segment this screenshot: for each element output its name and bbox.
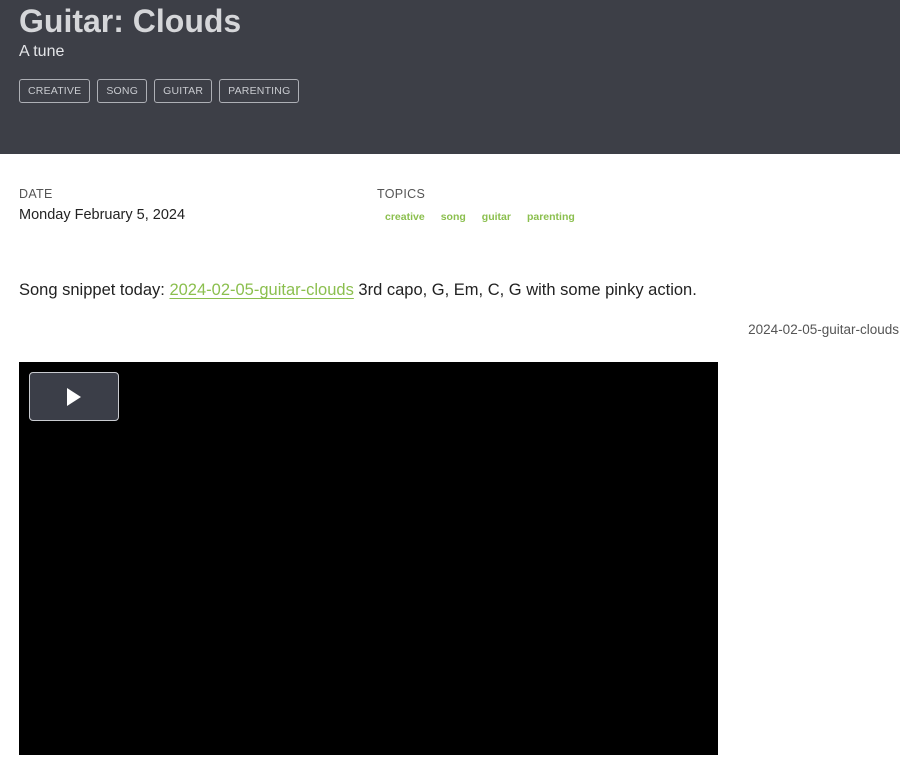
page-header: Guitar: Clouds A tune CREATIVE SONG GUIT… <box>0 0 900 154</box>
topics-label: TOPICS <box>377 187 426 201</box>
video-caption: 2024-02-05-guitar-clouds <box>748 322 899 337</box>
date-label: DATE <box>19 187 53 201</box>
tag-list: CREATIVE SONG GUITAR PARENTING <box>19 79 300 103</box>
topic-parenting[interactable]: parenting <box>519 210 583 224</box>
date-value: Monday February 5, 2024 <box>19 207 186 223</box>
post-intro: Song snippet today: <box>19 281 170 299</box>
topic-song[interactable]: song <box>433 210 474 224</box>
video-link[interactable]: 2024-02-05-guitar-clouds <box>169 281 353 299</box>
tag-creative[interactable]: CREATIVE <box>19 79 91 103</box>
page-subtitle: A tune <box>19 43 65 60</box>
post-details: 3rd capo, G, Em, C, G with some pinky ac… <box>353 281 697 299</box>
topic-guitar[interactable]: guitar <box>474 210 519 224</box>
play-icon <box>67 387 81 406</box>
page-title: Guitar: Clouds <box>19 3 242 39</box>
video-player[interactable] <box>19 362 718 755</box>
play-button[interactable] <box>29 372 119 421</box>
topic-creative[interactable]: creative <box>377 210 433 224</box>
post-body: Song snippet today: 2024-02-05-guitar-cl… <box>19 279 697 301</box>
tag-parenting[interactable]: PARENTING <box>219 79 300 103</box>
tag-song[interactable]: SONG <box>97 79 148 103</box>
tag-guitar[interactable]: GUITAR <box>154 79 213 103</box>
topic-list: creative song guitar parenting <box>377 210 583 224</box>
